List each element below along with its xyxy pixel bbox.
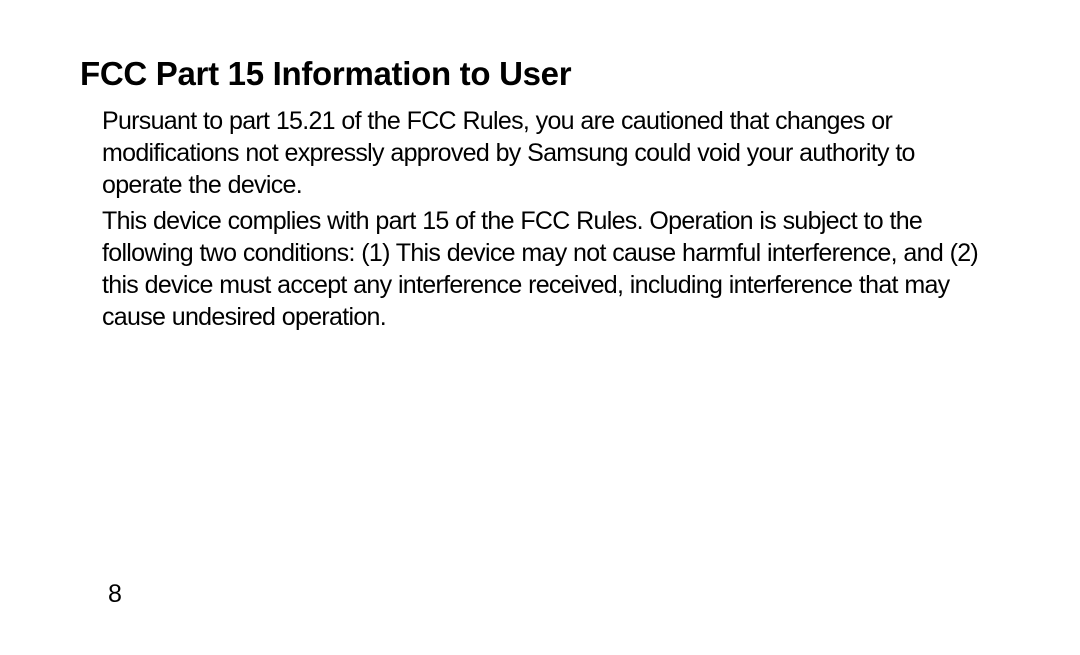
- document-page: FCC Part 15 Information to User Pursuant…: [0, 0, 1080, 333]
- page-number: 8: [108, 580, 121, 609]
- body-text-container: Pursuant to part 15.21 of the FCC Rules,…: [80, 105, 1000, 333]
- paragraph-1: Pursuant to part 15.21 of the FCC Rules,…: [102, 105, 998, 201]
- section-heading: FCC Part 15 Information to User: [80, 55, 1000, 93]
- paragraph-2: This device complies with part 15 of the…: [102, 205, 998, 333]
